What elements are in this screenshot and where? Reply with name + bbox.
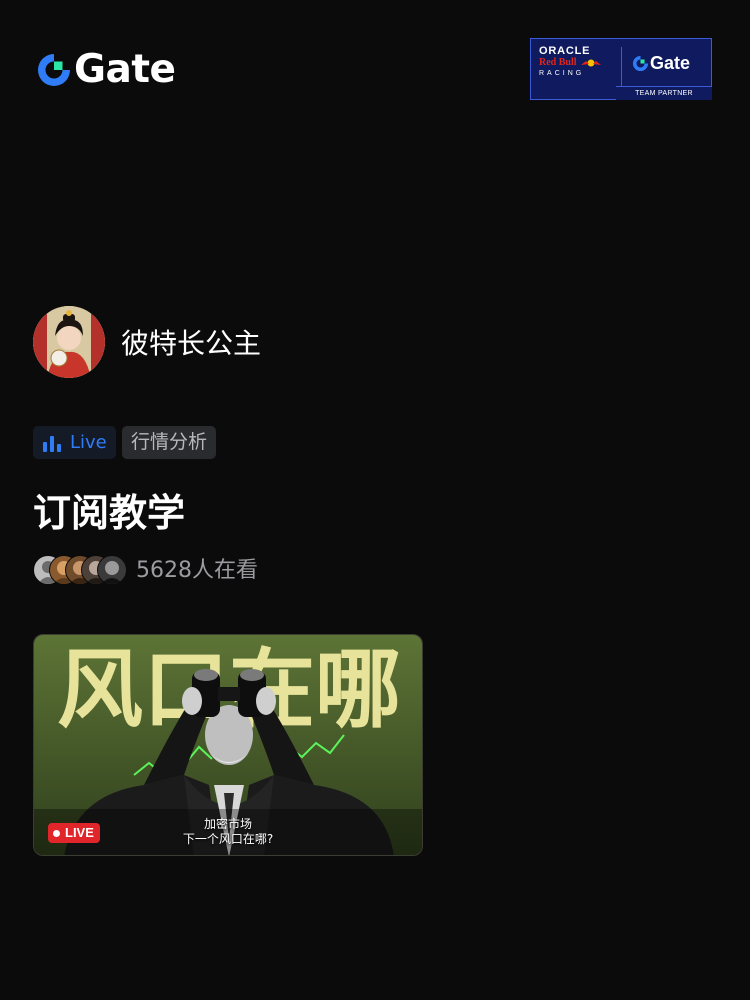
subtitle-line-2: 下一个风口在哪? [182, 832, 274, 846]
streamer-avatar[interactable] [33, 306, 105, 378]
viewer-avatar [97, 555, 127, 585]
gate-logo-icon [38, 54, 70, 86]
team-partner-tag: TEAM PARTNER [616, 86, 712, 100]
live-tag-label: Live [70, 432, 107, 453]
category-tag[interactable]: 行情分析 [122, 426, 217, 459]
stream-title: 订阅教学 [33, 491, 186, 535]
partner-redbull-row: Red Bull [539, 57, 619, 69]
streamer-name[interactable]: 彼特长公主 [121, 326, 261, 362]
live-tag: Live [33, 426, 116, 459]
avatar-illustration [33, 306, 105, 378]
red-bull-icon [580, 59, 601, 67]
gate-logo[interactable]: Gate [36, 47, 176, 92]
subtitle-line-1: 加密市场 [203, 817, 252, 831]
stream-thumbnail[interactable]: 风口在哪 LIVE 加密市场 下一个风口在哪? [33, 634, 423, 856]
thumbnail-subtitle: 加密市场 下一个风口在哪? [34, 817, 422, 847]
logo-text: Gate [74, 47, 176, 92]
partner-divider [621, 47, 622, 87]
viewer-avatars [33, 555, 133, 585]
bar-chart-icon [43, 435, 61, 452]
partner-gate-logo: Gate [632, 53, 690, 74]
partner-gate-text: Gate [650, 53, 691, 73]
partner-redbull-text: Red Bull [539, 57, 577, 68]
partner-oracle-text: ORACLE [539, 45, 591, 57]
oracle-redbull-logo: ORACLE Red Bull RACING [539, 45, 619, 79]
gate-small-icon [632, 55, 649, 72]
team-partner-banner: ORACLE Red Bull RACING Gate TEAM PARTNER [530, 38, 712, 100]
viewer-count: 5628人在看 [136, 558, 258, 583]
partner-racing-text: RACING [539, 70, 585, 77]
